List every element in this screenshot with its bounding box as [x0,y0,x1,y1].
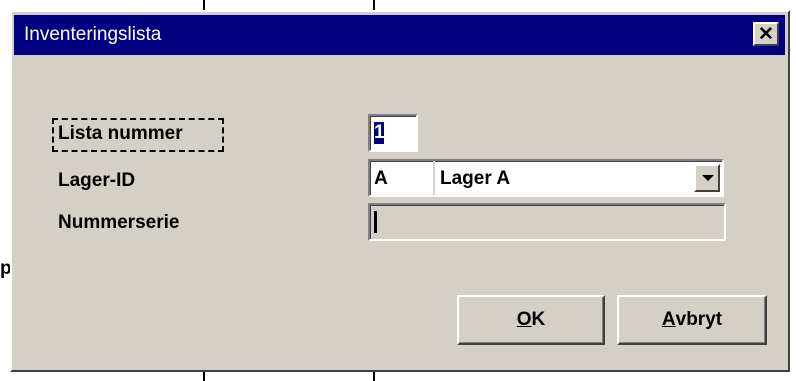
background-line [203,0,205,10]
cancel-button[interactable]: Avbryt [617,295,767,345]
ok-label: K [531,309,546,330]
list-number-value: 1 [374,122,385,144]
cancel-mnemonic: A [661,309,676,330]
background-line [373,372,375,381]
warehouse-id-combobox[interactable]: A Lager A [368,159,724,197]
window-title: Inventeringslista [24,24,162,45]
warehouse-id-label: Lager-ID [58,170,136,191]
dropdown-arrow-icon [702,175,714,181]
number-series-input [368,203,726,241]
list-number-label: Lista nummer [58,123,183,144]
warehouse-code: A [374,168,388,189]
cancel-label: vbryt [675,309,723,330]
dropdown-button[interactable] [694,164,720,192]
number-series-label: Nummerserie [58,212,180,233]
combo-separator [433,161,435,195]
background-line [203,372,205,381]
title-bar[interactable]: Inventeringslista ✕ [14,15,785,55]
inventory-list-dialog: Inventeringslista ✕ Lista nummer 1 Lager… [10,10,790,372]
ok-button[interactable]: OK [457,295,605,345]
background-line [373,0,375,10]
list-number-input[interactable]: 1 [368,114,418,152]
warehouse-name: Lager A [440,168,511,189]
text-cursor [374,211,377,233]
ok-mnemonic: O [516,309,532,330]
close-icon: ✕ [758,23,774,45]
close-button[interactable]: ✕ [753,22,779,46]
